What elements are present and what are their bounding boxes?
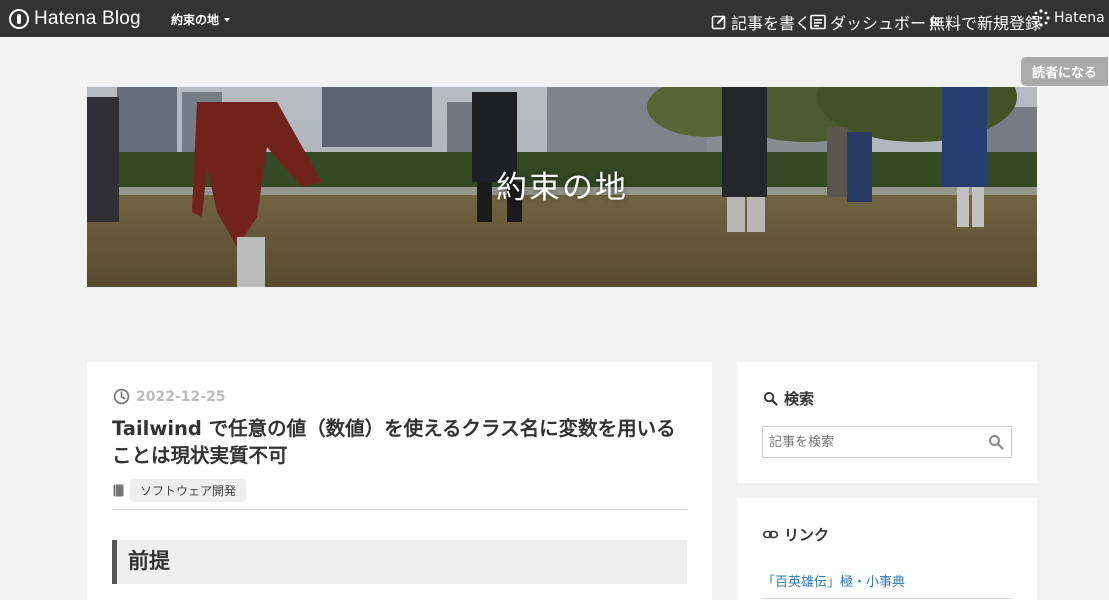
- dashboard-icon: [810, 14, 826, 30]
- entry-date[interactable]: 2022-12-25: [113, 388, 226, 405]
- category-tag[interactable]: ソフトウェア開発: [130, 479, 247, 502]
- write-entry-label: 記事を書く: [731, 14, 812, 33]
- search-input[interactable]: [763, 427, 973, 457]
- entry-title[interactable]: Tailwind で任意の値（数値）を使えるクラス名に変数を用いることは現状実質…: [112, 415, 692, 469]
- hatena-menu[interactable]: Hatena: [1032, 9, 1105, 27]
- brand-name: Hatena Blog: [34, 7, 141, 29]
- section-heading: 前提: [112, 540, 687, 584]
- signup-label: 無料で新規登録: [929, 14, 1042, 33]
- blog-menu-label: 約束の地: [171, 13, 220, 27]
- blog-header-banner[interactable]: 約束の地: [87, 87, 1037, 287]
- divider: [112, 509, 687, 510]
- entry-categories: ソフトウェア開発: [113, 479, 247, 502]
- hatena-label: Hatena: [1054, 10, 1105, 26]
- search-module-title: 検索: [763, 388, 814, 409]
- links-module-label: リンク: [784, 526, 830, 544]
- entry-date-text: 2022-12-25: [136, 388, 226, 405]
- entry-article: 2022-12-25 Tailwind で任意の値（数値）を使えるクラス名に変数…: [87, 362, 712, 600]
- signup-link[interactable]: 無料で新規登録: [929, 10, 1041, 34]
- divider: [762, 598, 1012, 599]
- book-icon: [113, 484, 124, 497]
- links-module-title: リンク: [763, 524, 829, 545]
- subscribe-button[interactable]: 読者になる: [1021, 57, 1108, 86]
- dashboard-link[interactable]: ダッシュボード: [810, 10, 942, 34]
- dashboard-label: ダッシュボード: [830, 14, 943, 33]
- chevron-down-icon: [224, 17, 231, 22]
- write-entry-link[interactable]: 記事を書く: [711, 10, 811, 34]
- hatena-blog-logo[interactable]: Hatena Blog: [9, 7, 141, 30]
- search-module: 検索: [737, 362, 1037, 483]
- search-module-label: 検索: [784, 390, 815, 408]
- search-submit-icon[interactable]: [988, 434, 1004, 450]
- blog-title[interactable]: 約束の地: [87, 162, 1037, 207]
- search-icon: [763, 391, 778, 406]
- global-header: Hatena Blog 約束の地 記事を書く ダッシュボード 無料で新規登録 H…: [0, 0, 1109, 37]
- blog-menu-dropdown[interactable]: 約束の地: [171, 11, 231, 28]
- hatena-logo-icon: [9, 8, 29, 29]
- pencil-icon: [711, 15, 726, 30]
- hatena-dots-icon: [1032, 9, 1050, 27]
- link-icon: [763, 530, 778, 539]
- link-item[interactable]: 「百英雄伝」極・小事典: [762, 571, 905, 590]
- links-module: リンク 「百英雄伝」極・小事典: [737, 498, 1037, 600]
- search-form: [762, 426, 1012, 458]
- clock-icon: [113, 388, 130, 405]
